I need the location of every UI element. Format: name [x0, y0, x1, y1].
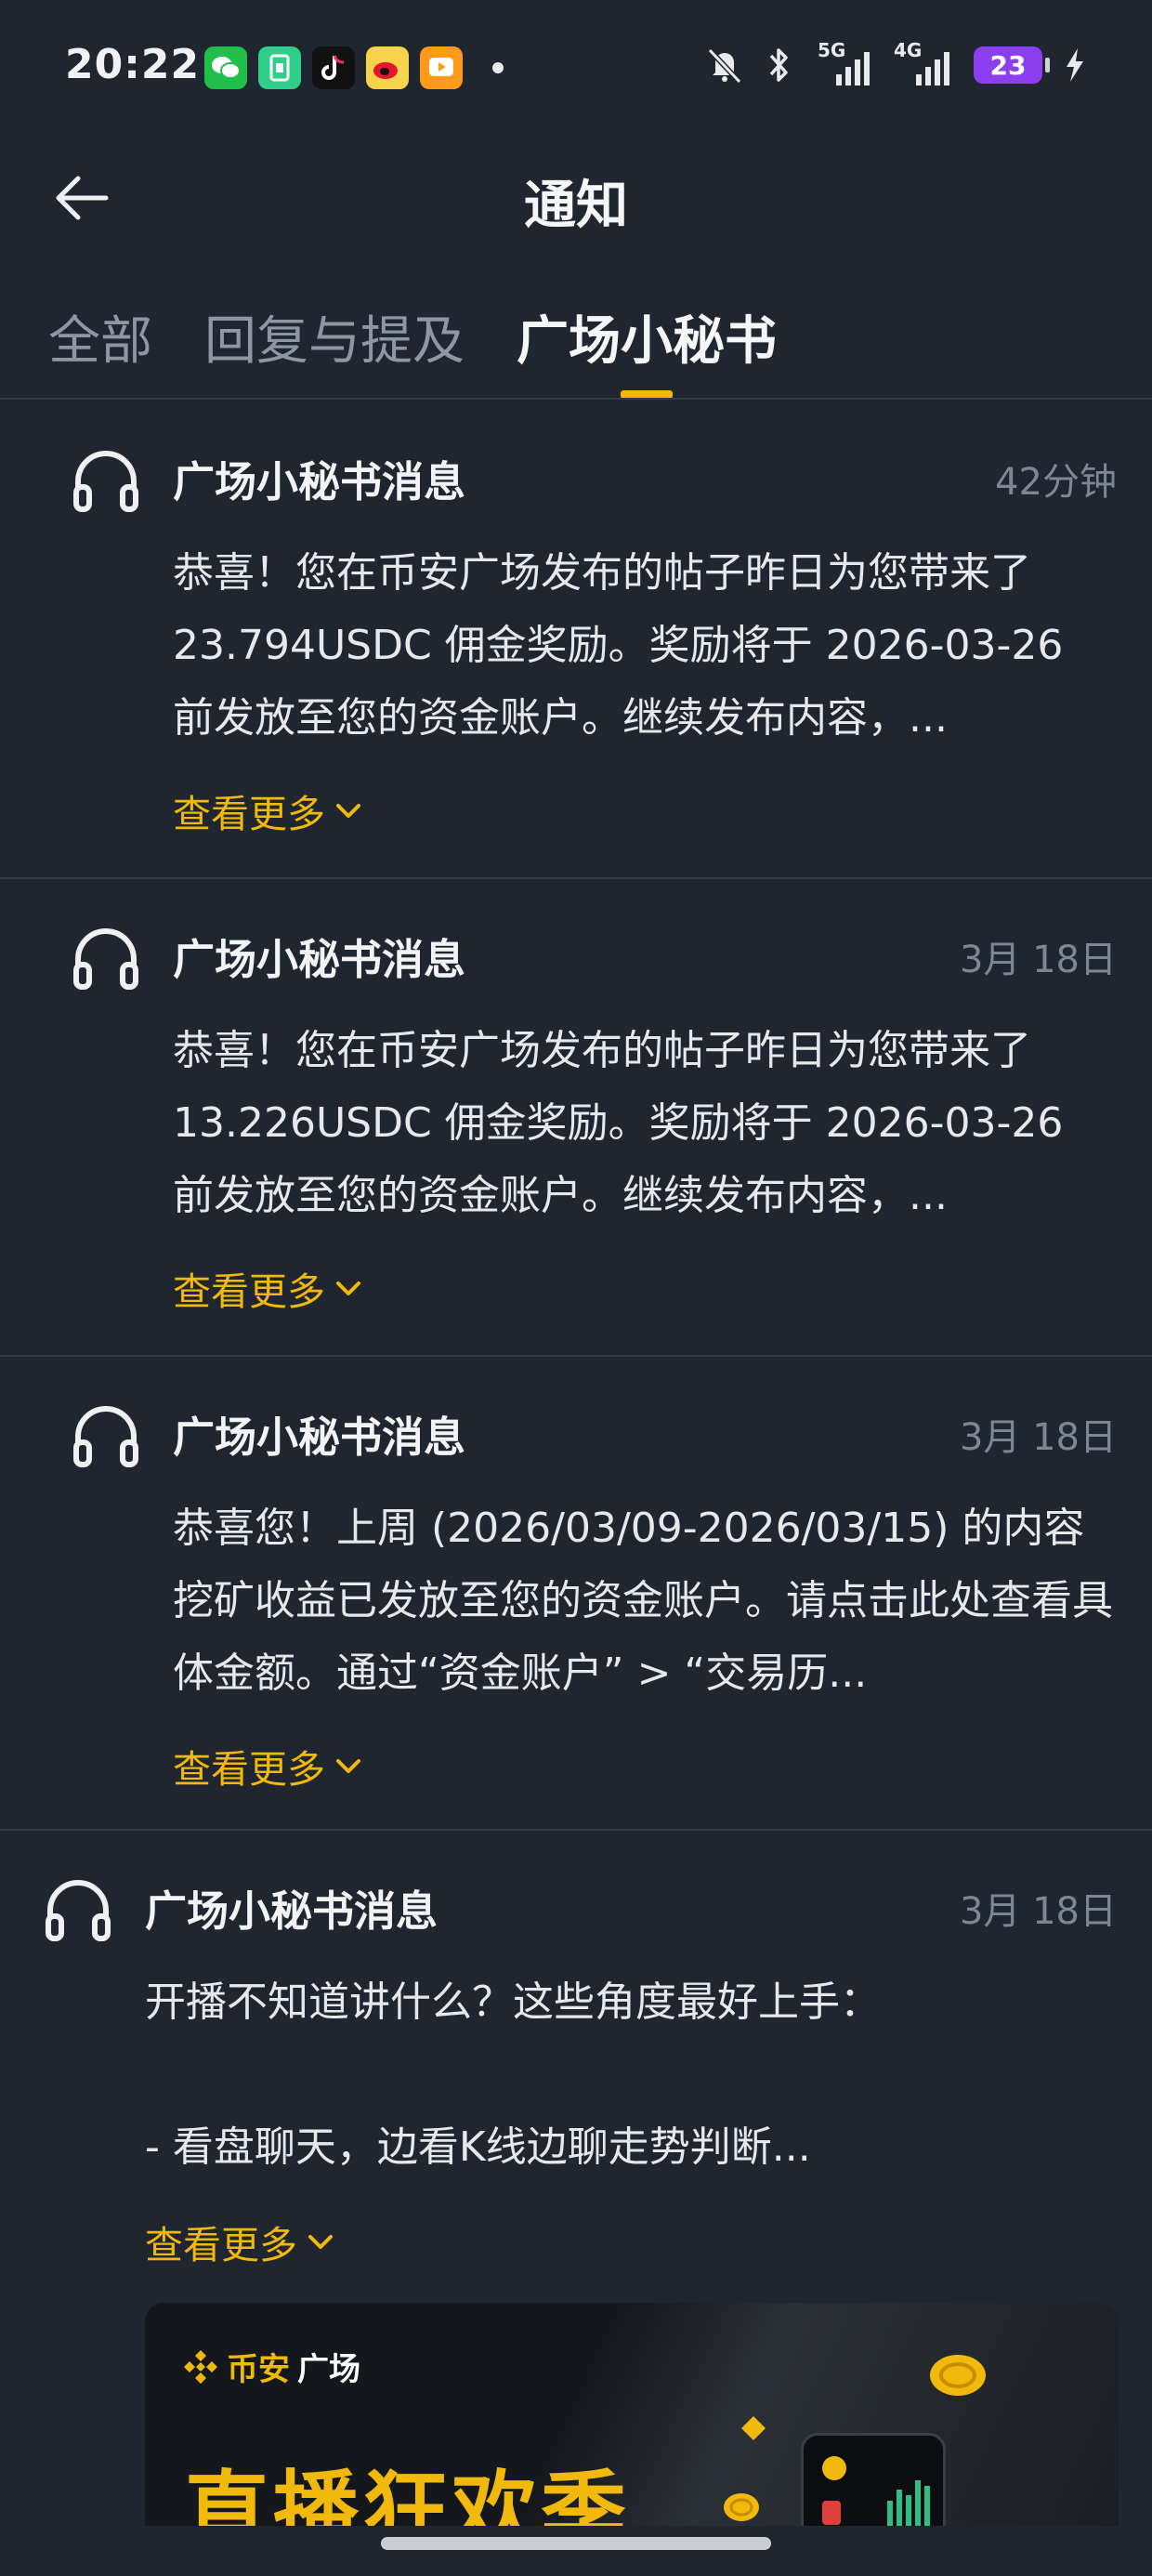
mockup-badge [822, 2501, 841, 2525]
coin-icon [930, 2355, 986, 2396]
charging-icon [1067, 48, 1083, 82]
chevron-down-icon [308, 2235, 333, 2249]
see-more-button[interactable]: 查看更多 [173, 1260, 364, 1316]
see-more-label: 查看更多 [173, 1269, 325, 1314]
notification-title: 广场小秘书消息 [145, 1886, 439, 1936]
headset-icon [46, 1880, 111, 1941]
headset-icon [73, 928, 138, 990]
notification-body: 恭喜！您在币安广场发布的帖子昨日为您带来了 13.226USDC 佣金奖励。奖励… [173, 1027, 1077, 1219]
tab-square-assistant[interactable]: 广场小秘书 [517, 299, 777, 399]
diamond-decoration-icon [741, 2416, 766, 2440]
notification-time: 3月 18日 [959, 1890, 1117, 1933]
see-more-button[interactable]: 查看更多 [173, 782, 364, 838]
see-more-button[interactable]: 查看更多 [173, 1738, 364, 1794]
binance-logo-icon [184, 2349, 217, 2384]
notification-item[interactable]: 广场小秘书消息 3月 18日 恭喜您！上周 (2026/03/09-2026/0… [0, 1357, 1152, 1829]
brand-part-2: 广场 [297, 2351, 360, 2388]
notification-time: 3月 18日 [959, 1416, 1117, 1459]
see-more-label: 查看更多 [173, 792, 325, 836]
mockup-avatar [822, 2456, 846, 2480]
notification-title: 广场小秘书消息 [173, 457, 466, 506]
sim-app-icon [258, 46, 301, 89]
status-bar: 20:22 5G 4G 23 [0, 0, 1152, 130]
notification-time: 42分钟 [995, 461, 1117, 504]
home-indicator[interactable] [381, 2537, 771, 2550]
chevron-down-icon [336, 1281, 360, 1295]
notification-body: 恭喜您！上周 (2026/03/09-2026/03/15) 的内容挖矿收益已发… [173, 1505, 1113, 1697]
brand-part-1: 币安 [227, 2351, 290, 2388]
phone-mockup [801, 2433, 946, 2526]
page-title: 通知 [524, 176, 628, 236]
banner-headline: 直播狂欢季 [184, 2462, 631, 2526]
tiktok-icon [312, 46, 355, 89]
headset-icon [73, 1406, 138, 1467]
notification-body: 恭喜！您在币安广场发布的帖子昨日为您带来了 23.794USDC 佣金奖励。奖励… [173, 549, 1077, 742]
see-more-button[interactable]: 查看更多 [145, 2214, 336, 2269]
promo-banner-image[interactable]: 币安 广场 直播狂欢季 [145, 2303, 1119, 2526]
weibo-icon [366, 46, 409, 89]
tab-bar: 全部 回复与提及 广场小秘书 [48, 299, 777, 399]
notification-time: 3月 18日 [959, 939, 1117, 981]
status-time: 20:22 [65, 41, 201, 88]
notification-item[interactable]: 广场小秘书消息 3月 18日 恭喜！您在币安广场发布的帖子昨日为您带来了 13.… [0, 879, 1152, 1355]
notification-item[interactable]: 广场小秘书消息 42分钟 恭喜！您在币安广场发布的帖子昨日为您带来了 23.79… [0, 400, 1152, 877]
coin-icon [724, 2493, 759, 2521]
signal-5g-icon: 5G [814, 39, 873, 85]
mute-bell-icon [707, 47, 742, 85]
notifications-page: 20:22 5G 4G 23 通知 全部 回复与提及 广场小秘书 广场小秘书消息… [0, 0, 1152, 2576]
tab-replies-mentions[interactable]: 回复与提及 [204, 299, 465, 397]
see-more-label: 查看更多 [173, 1747, 325, 1792]
tab-square-assistant-label: 广场小秘书 [517, 311, 777, 372]
mockup-chart-icon [887, 2480, 930, 2526]
chevron-down-icon [336, 1759, 360, 1773]
video-app-icon [420, 46, 463, 89]
notification-title: 广场小秘书消息 [173, 935, 466, 984]
battery-indicator: 23 [974, 46, 1050, 84]
wechat-icon [204, 46, 247, 89]
tab-all[interactable]: 全部 [48, 299, 152, 397]
bluetooth-icon [769, 48, 788, 82]
notification-body: 开播不知道讲什么？这些角度最好上手： - 看盘聊天，边看K线边聊走势判断... [145, 1978, 881, 2171]
more-notifications-dot [492, 62, 504, 73]
tab-all-label: 全部 [48, 311, 152, 372]
notification-title: 广场小秘书消息 [173, 1413, 466, 1462]
binance-square-logo: 币安 广场 [182, 2344, 360, 2389]
notification-app-icons [204, 46, 504, 89]
tab-replies-label: 回复与提及 [204, 311, 465, 372]
system-status-icons: 5G 4G 23 [704, 39, 1087, 85]
headset-icon [73, 451, 138, 512]
see-more-label: 查看更多 [145, 2223, 297, 2267]
signal-4g-icon: 4G [894, 39, 953, 85]
chevron-down-icon [336, 804, 360, 818]
